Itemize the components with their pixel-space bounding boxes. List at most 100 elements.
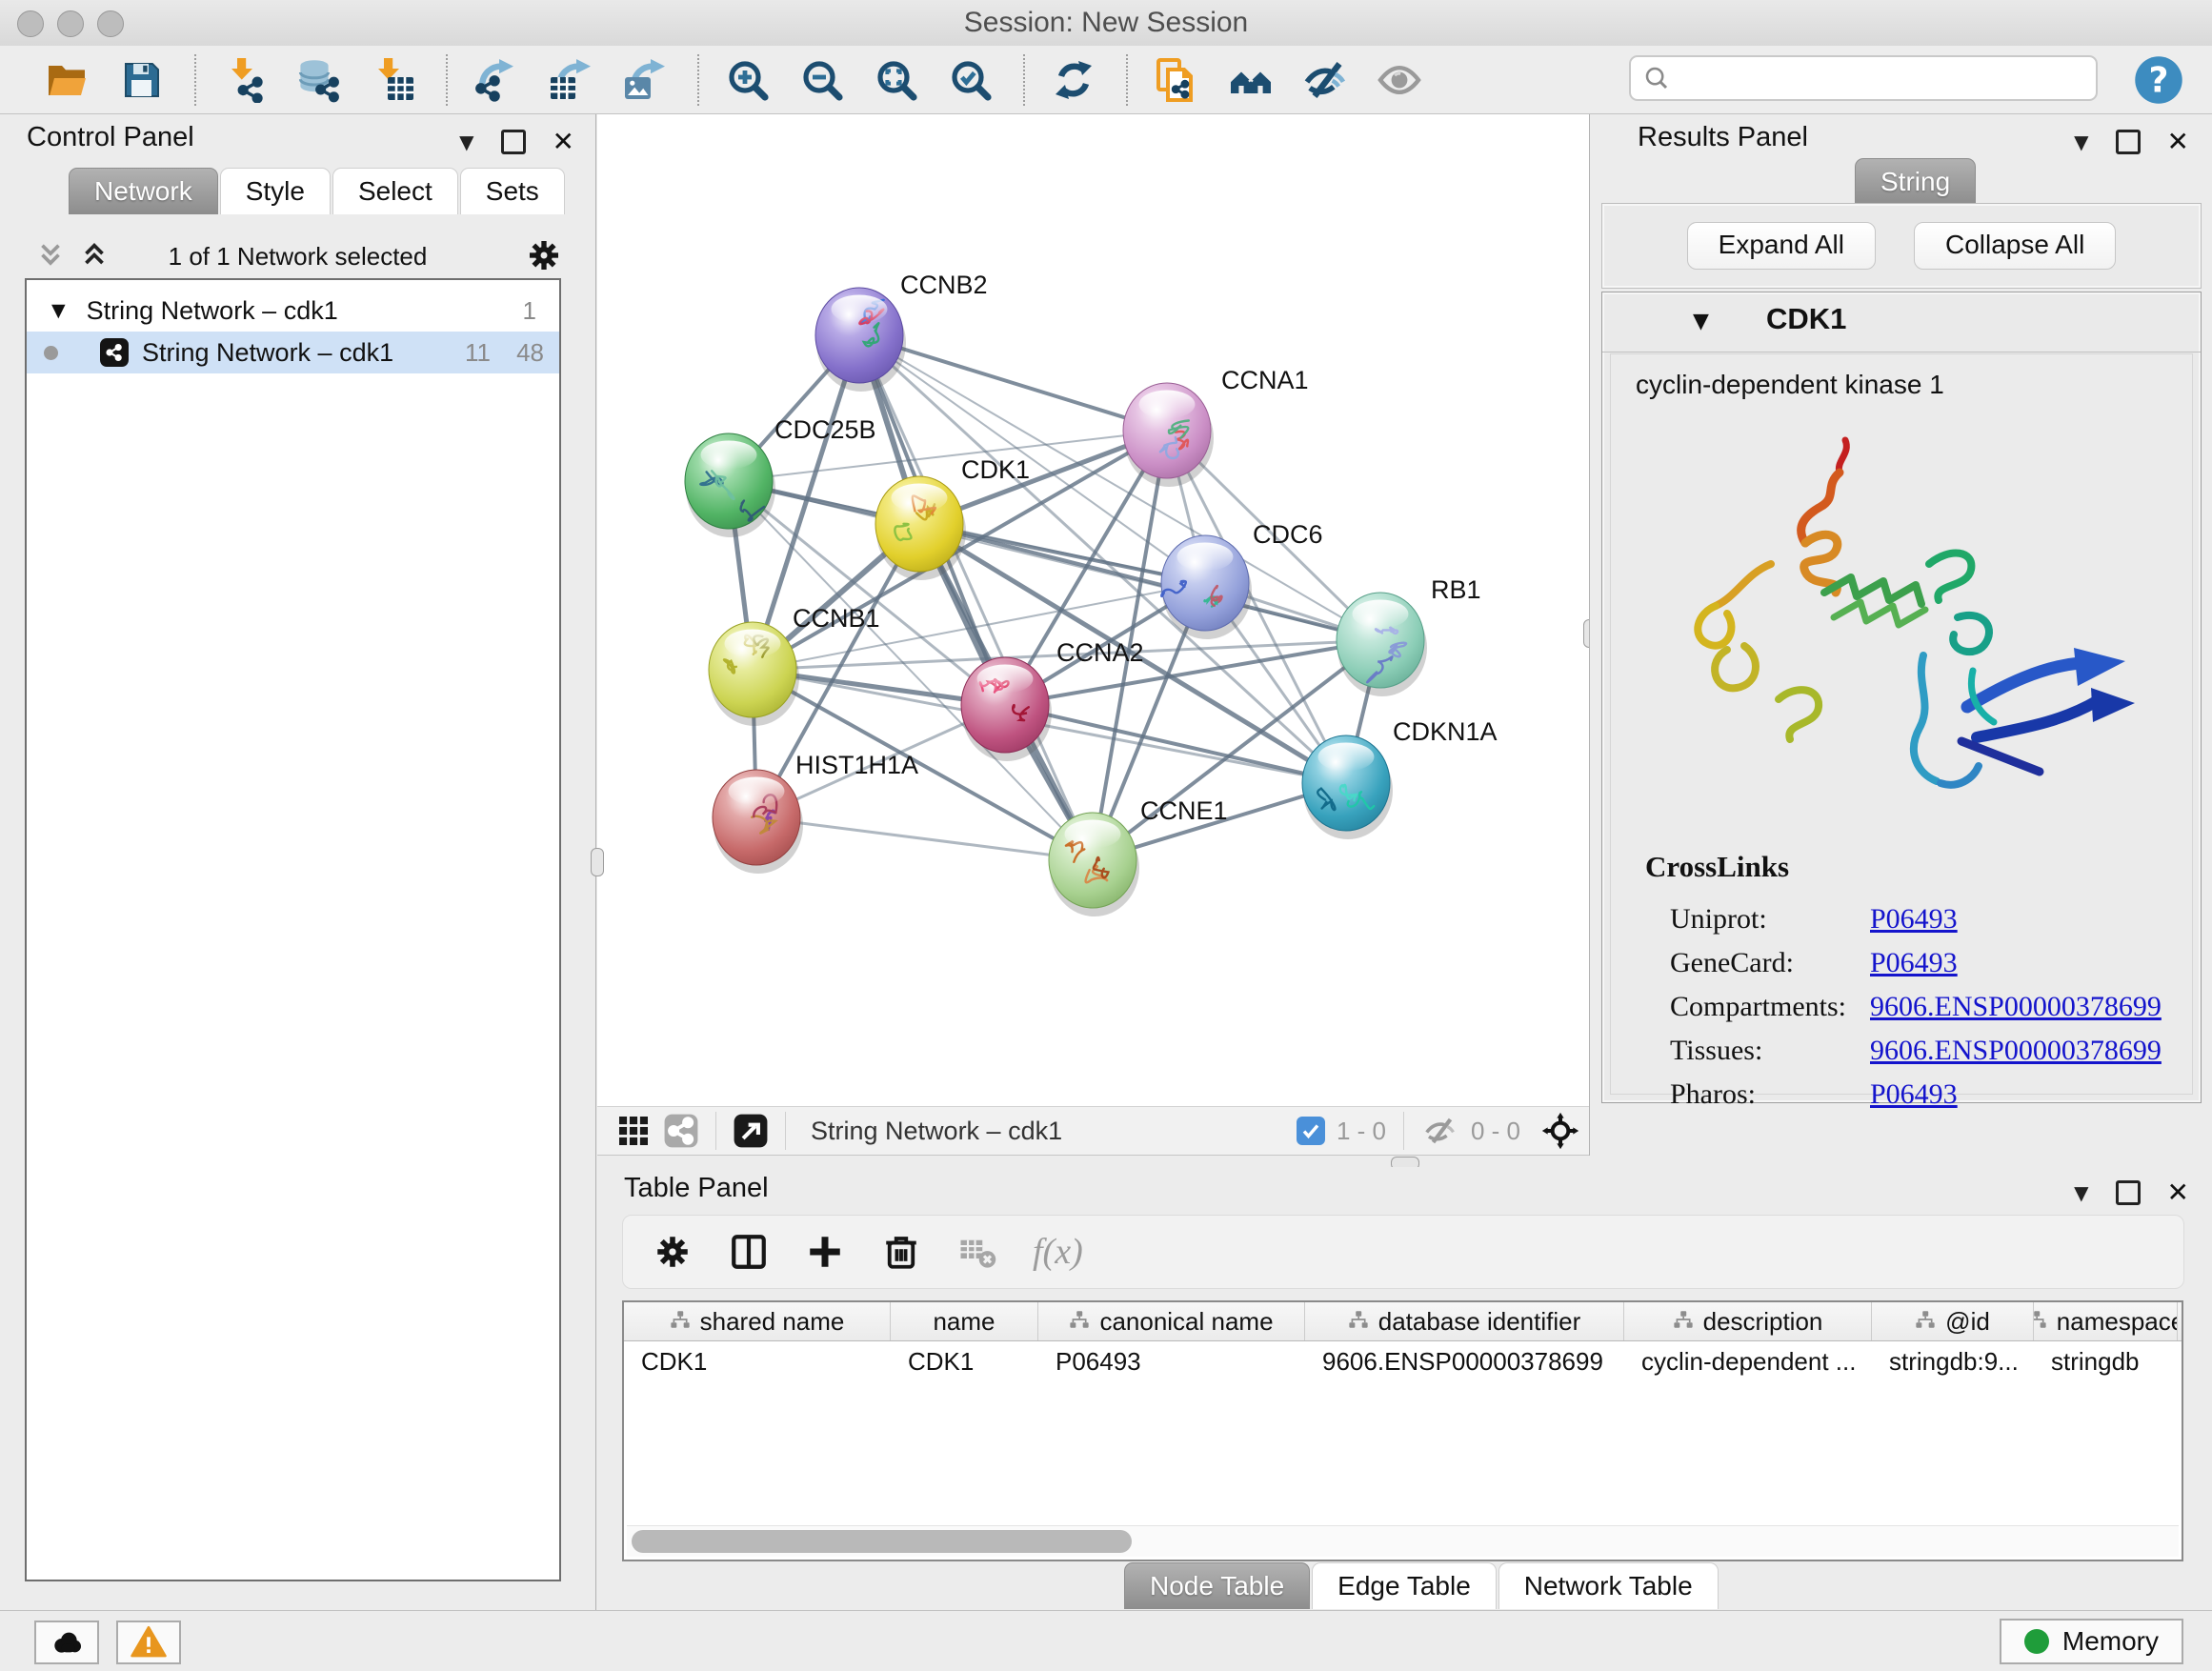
collapse-all-button[interactable]: Collapse All [1914, 222, 2116, 270]
collection-expand-caret-icon[interactable]: ▼ [51, 300, 66, 321]
panel-collapse-icon[interactable]: ▼ [2074, 1181, 2088, 1204]
delete-column-icon[interactable] [880, 1231, 922, 1273]
network-options-gear-icon[interactable] [525, 236, 563, 279]
refresh-icon[interactable] [1044, 50, 1103, 110]
add-column-icon[interactable] [804, 1231, 846, 1273]
column-header-canonical-name[interactable]: canonical name [1038, 1302, 1305, 1340]
show-columns-icon[interactable] [728, 1231, 770, 1273]
tab-style[interactable]: Style [220, 168, 331, 214]
network-view-canvas[interactable]: CCNB2CCNA1CDC25BCDK1CDC6RB1CCNB1CCNA2CDK… [597, 114, 1589, 1106]
panel-float-icon[interactable] [2116, 130, 2141, 154]
memory-button[interactable]: Memory [2000, 1619, 2183, 1664]
section-expand-caret-icon[interactable]: ▼ [1693, 310, 1709, 333]
column-header-description[interactable]: description [1624, 1302, 1872, 1340]
table-cell[interactable]: 9606.ENSP00000378699 [1305, 1341, 1624, 1381]
network-view-toolbar: String Network – cdk1 1 - 0 0 - 0 [597, 1106, 1589, 1156]
edge-CCNB2-CCNE1[interactable] [859, 335, 1093, 860]
table-tabs: Node Table Edge Table Network Table [1124, 1562, 1720, 1609]
panel-collapse-icon[interactable]: ▼ [459, 131, 473, 153]
expand-all-button[interactable]: Expand All [1687, 222, 1876, 270]
crosslink-label: Compartments: [1645, 991, 1870, 1023]
zoom-selected-icon[interactable] [941, 50, 1000, 110]
tab-network-table[interactable]: Network Table [1498, 1562, 1719, 1609]
panel-float-icon[interactable] [2116, 1180, 2141, 1205]
main-toolbar: ? [0, 46, 2212, 114]
node-HIST1H1A[interactable]: HIST1H1A [713, 751, 918, 874]
toolbar-separator [1126, 54, 1128, 106]
delete-table-icon [956, 1231, 998, 1273]
search-input[interactable] [1671, 63, 2075, 94]
network-collection-row[interactable]: ▼ String Network – cdk1 1 [27, 290, 559, 332]
panel-close-icon[interactable]: ✕ [2167, 1177, 2189, 1208]
network-row[interactable]: String Network – cdk1 11 48 [27, 332, 559, 373]
import-table-file-icon[interactable] [364, 50, 423, 110]
crosslink-compartments-link[interactable]: 9606.ENSP00000378699 [1870, 991, 2162, 1023]
horizontal-scrollbar[interactable] [627, 1525, 2179, 1557]
column-header--id[interactable]: @id [1872, 1302, 2034, 1340]
column-label: description [1703, 1307, 1823, 1337]
first-neighbors-icon[interactable] [1221, 50, 1280, 110]
tab-select[interactable]: Select [332, 168, 458, 214]
panel-collapse-icon[interactable]: ▼ [2074, 131, 2088, 153]
tab-string[interactable]: String [1855, 158, 1976, 205]
panel-close-icon[interactable]: ✕ [2167, 126, 2189, 157]
table-row[interactable]: CDK1CDK1P064939606.ENSP00000378699cyclin… [624, 1341, 2182, 1381]
tab-network[interactable]: Network [69, 168, 218, 214]
table-cell[interactable]: P06493 [1038, 1341, 1305, 1381]
export-table-file-icon[interactable] [541, 50, 600, 110]
column-header-name[interactable]: name [891, 1302, 1038, 1340]
tab-edge-table[interactable]: Edge Table [1312, 1562, 1497, 1609]
column-header-namespace[interactable]: namespace [2034, 1302, 2178, 1340]
tab-node-table[interactable]: Node Table [1124, 1562, 1310, 1609]
export-image-file-icon[interactable] [615, 50, 674, 110]
export-network-file-icon[interactable] [467, 50, 526, 110]
table-cell[interactable]: CDK1 [891, 1341, 1038, 1381]
column-header-database-identifier[interactable]: database identifier [1305, 1302, 1624, 1340]
crosslink-genecard-link[interactable]: P06493 [1870, 947, 1958, 979]
edge-CCNE1-HIST1H1A[interactable] [756, 817, 1093, 860]
column-header-shared-name[interactable]: shared name [624, 1302, 891, 1340]
zoom-fit-icon[interactable] [867, 50, 926, 110]
table-cell[interactable]: cyclin-dependent ... [1624, 1341, 1872, 1381]
crosslink-pharos-link[interactable]: P06493 [1870, 1078, 1958, 1111]
cloud-icon [48, 1623, 86, 1661]
toolbar-separator [194, 54, 196, 106]
cloud-services-button[interactable] [34, 1621, 99, 1664]
zoom-in-icon[interactable] [718, 50, 777, 110]
node-CDC25B[interactable]: CDC25B [685, 415, 876, 537]
pan-crosshair-icon[interactable] [1541, 1112, 1579, 1150]
results-section-header[interactable]: ▼ CDK1 [1602, 292, 2201, 352]
tab-sets[interactable]: Sets [460, 168, 565, 214]
table-cell[interactable]: CDK1 [624, 1341, 891, 1381]
panel-float-icon[interactable] [501, 130, 526, 154]
table-cell[interactable]: stringdb [2034, 1341, 2178, 1381]
warnings-button[interactable] [116, 1621, 181, 1664]
zoom-out-icon[interactable] [793, 50, 852, 110]
open-session-icon[interactable] [38, 50, 97, 110]
birds-eye-view-icon[interactable] [732, 1112, 770, 1150]
scrollbar-thumb[interactable] [632, 1530, 1132, 1553]
save-session-icon[interactable] [112, 50, 171, 110]
import-network-database-icon[interactable] [290, 50, 349, 110]
network-graph[interactable]: CCNB2CCNA1CDC25BCDK1CDC6RB1CCNB1CCNA2CDK… [597, 114, 1589, 1106]
view-grid-icon[interactable] [614, 1112, 653, 1150]
node-CDK1[interactable]: CDK1 [875, 455, 1030, 580]
node-CDKN1A[interactable]: CDKN1A [1302, 717, 1498, 839]
help-icon[interactable]: ? [2132, 53, 2185, 107]
clone-network-icon[interactable] [1147, 50, 1206, 110]
edge-CCNA2-CDKN1A[interactable] [1005, 705, 1346, 783]
table-cell[interactable]: stringdb:9... [1872, 1341, 2034, 1381]
import-network-file-icon[interactable] [215, 50, 274, 110]
node-CCNE1[interactable]: CCNE1 [1049, 796, 1228, 916]
node-RB1[interactable]: RB1 [1337, 575, 1481, 696]
panel-close-icon[interactable]: ✕ [553, 126, 574, 157]
search-box[interactable] [1629, 55, 2098, 101]
selected-checkbox[interactable] [1297, 1117, 1325, 1145]
table-options-gear-icon[interactable] [652, 1231, 694, 1273]
left-splitter-handle[interactable] [591, 848, 604, 876]
crosslink-tissues-link[interactable]: 9606.ENSP00000378699 [1870, 1035, 2162, 1067]
view-network-icon[interactable] [662, 1112, 700, 1150]
crosslink-uniprot-link[interactable]: P06493 [1870, 903, 1958, 936]
hide-selected-eye-icon[interactable] [1296, 50, 1355, 110]
node-CCNA1[interactable]: CCNA1 [1123, 366, 1309, 487]
